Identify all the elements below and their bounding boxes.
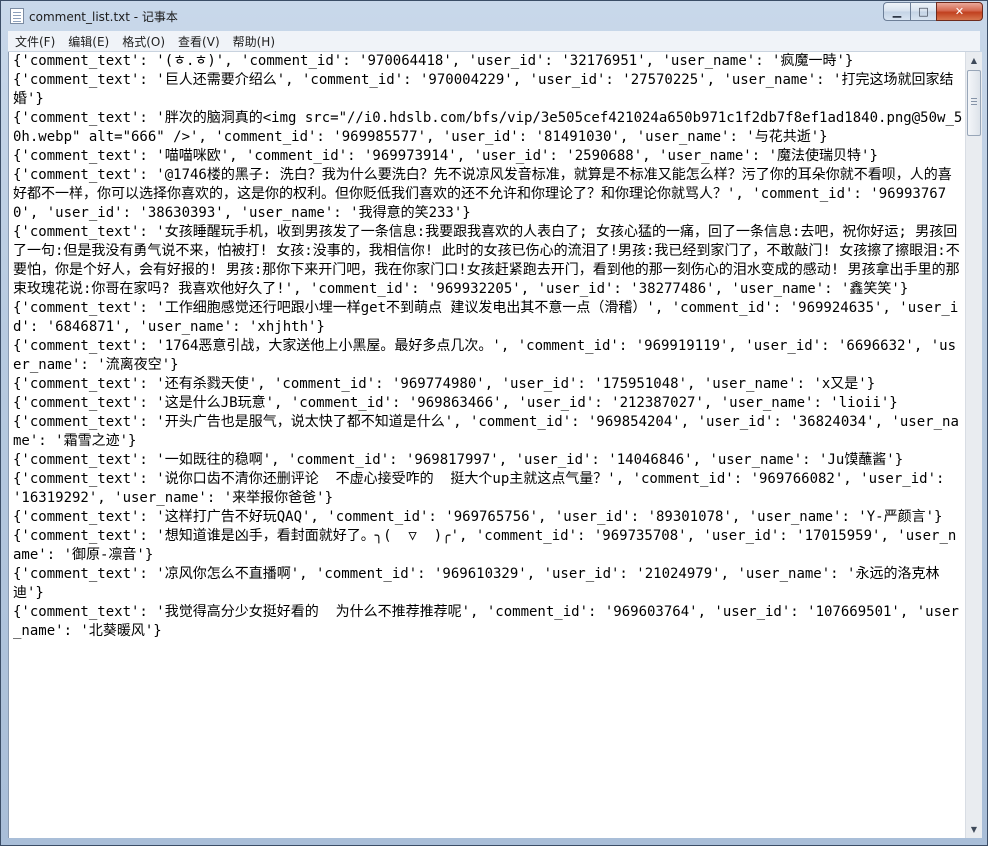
text-editor-area[interactable]: {'comment_text': '(ㅎ.ㅎ)', 'comment_id': … [8,52,966,838]
menu-edit[interactable]: 编辑(E) [62,33,115,50]
close-icon: ✕ [954,5,965,18]
vertical-scrollbar[interactable]: ▲ ▼ [965,52,982,838]
notepad-icon[interactable] [10,8,24,24]
scroll-thumb[interactable] [967,70,981,136]
window-title: comment_list.txt - 记事本 [29,9,178,24]
editor-content[interactable]: {'comment_text': '(ㅎ.ㅎ)', 'comment_id': … [9,52,963,641]
menu-file[interactable]: 文件(F) [9,33,61,50]
menu-view[interactable]: 查看(V) [172,33,226,50]
maximize-button[interactable]: □ [910,2,936,21]
scroll-up-button[interactable]: ▲ [966,52,982,69]
minimize-icon: ▁ [892,5,902,18]
caption-buttons: ▁ □ ✕ [883,2,983,21]
minimize-button[interactable]: ▁ [883,2,910,21]
menu-format[interactable]: 格式(O) [116,33,171,50]
chevron-down-icon: ▼ [970,825,978,834]
title-bar[interactable]: comment_list.txt - 记事本 ▁ □ ✕ [1,1,987,31]
menu-help[interactable]: 帮助(H) [227,33,281,50]
notepad-window: comment_list.txt - 记事本 ▁ □ ✕ 文件(F) 编辑(E)… [0,0,988,846]
scroll-down-button[interactable]: ▼ [966,821,982,838]
chevron-up-icon: ▲ [970,56,978,65]
close-button[interactable]: ✕ [936,2,983,21]
menu-bar: 文件(F) 编辑(E) 格式(O) 查看(V) 帮助(H) [8,31,980,52]
maximize-icon: □ [918,5,929,18]
